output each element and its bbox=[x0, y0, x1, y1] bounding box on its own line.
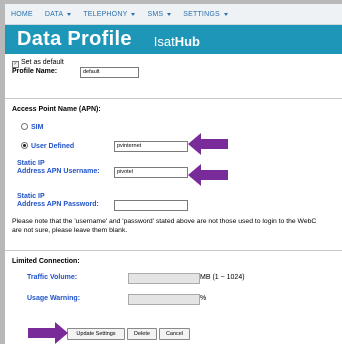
apn-heading: Access Point Name (APN): bbox=[12, 106, 101, 113]
nav-telephony[interactable]: TELEPHONY bbox=[83, 10, 136, 18]
apn-note: Please note that the 'username' and 'pas… bbox=[12, 218, 316, 235]
apn-sim-option[interactable]: SIM bbox=[21, 123, 43, 131]
usage-warning-label: Usage Warning: bbox=[27, 295, 81, 302]
nav-home-label: HOME bbox=[11, 10, 33, 18]
nav-home[interactable]: HOME bbox=[11, 11, 33, 18]
nav-settings[interactable]: SETTINGS bbox=[183, 11, 228, 18]
nav-data-label: DATA bbox=[44, 10, 64, 18]
section-divider bbox=[5, 250, 342, 251]
profile-name-input[interactable]: default bbox=[80, 67, 139, 78]
traffic-volume-input[interactable] bbox=[128, 273, 200, 284]
chevron-down-icon bbox=[167, 12, 172, 16]
set-default-checkbox[interactable]: ✓ bbox=[12, 61, 19, 68]
set-default-label: Set as default bbox=[21, 59, 64, 66]
apn-username-label: Static IP Address APN Username: bbox=[17, 160, 100, 176]
usage-warning-input[interactable] bbox=[128, 294, 200, 305]
apn-user-defined-option[interactable]: User Defined bbox=[21, 142, 74, 150]
chevron-down-icon bbox=[223, 12, 228, 16]
section-divider bbox=[5, 98, 342, 99]
apn-username-label-line2: Address APN Username: bbox=[17, 168, 100, 175]
limited-connection-heading: Limited Connection: bbox=[12, 258, 80, 265]
logo-prefix: Isat bbox=[153, 33, 175, 49]
sim-radio[interactable] bbox=[21, 123, 28, 130]
top-nav: HOME DATA TELEPHONY SMS SETTINGS bbox=[5, 4, 342, 25]
apn-password-label-line2: Address APN Password: bbox=[17, 201, 99, 208]
chevron-down-icon bbox=[67, 12, 72, 16]
profile-name-label: Profile Name: bbox=[12, 68, 58, 75]
arrow-left-icon bbox=[188, 164, 228, 186]
cancel-button[interactable]: Cancel bbox=[159, 328, 190, 340]
page-title: Data Profile bbox=[17, 28, 132, 50]
update-settings-button[interactable]: Update Settings bbox=[67, 328, 125, 340]
chevron-down-icon bbox=[131, 12, 136, 16]
arrow-left-icon bbox=[188, 133, 228, 155]
nav-telephony-label: TELEPHONY bbox=[83, 10, 128, 18]
apn-username-label-line1: Static IP bbox=[17, 160, 45, 167]
set-default-row: ✓ Set as default bbox=[12, 59, 64, 68]
isathub-logo: IsatHub bbox=[154, 34, 200, 49]
nav-settings-label: SETTINGS bbox=[183, 10, 220, 18]
user-defined-radio[interactable] bbox=[21, 142, 28, 149]
apn-note-line1: Please note that the 'username' and 'pas… bbox=[12, 218, 317, 225]
traffic-volume-label: Traffic Volume: bbox=[27, 274, 78, 281]
sim-label: SIM bbox=[31, 124, 44, 131]
logo-bold: Hub bbox=[174, 33, 200, 49]
user-defined-label: User Defined bbox=[31, 143, 75, 150]
apn-note-line2: are not sure, please leave them blank. bbox=[12, 226, 128, 234]
traffic-volume-unit: MB (1 ~ 1024) bbox=[200, 274, 245, 281]
apn-password-label: Static IP Address APN Password: bbox=[17, 193, 99, 209]
page-frame: HOME DATA TELEPHONY SMS SETTINGS Data Pr… bbox=[5, 4, 342, 344]
usage-warning-unit: % bbox=[200, 295, 207, 302]
page-banner: Data Profile IsatHub bbox=[5, 25, 342, 54]
arrow-right-icon bbox=[28, 322, 68, 344]
nav-sms-label: SMS bbox=[147, 10, 164, 18]
nav-data[interactable]: DATA bbox=[44, 10, 72, 18]
delete-button[interactable]: Delete bbox=[127, 328, 157, 340]
apn-username-input[interactable]: pivotel bbox=[114, 167, 188, 178]
apn-password-input[interactable] bbox=[114, 200, 188, 211]
nav-sms[interactable]: SMS bbox=[147, 10, 172, 18]
apn-password-label-line1: Static IP bbox=[17, 193, 45, 200]
apn-user-defined-input[interactable]: pvinternet bbox=[114, 141, 188, 152]
